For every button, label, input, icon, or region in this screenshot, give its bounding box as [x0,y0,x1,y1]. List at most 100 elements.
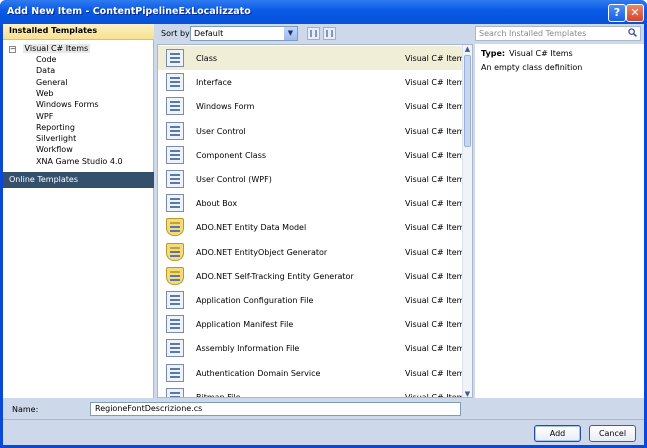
tree-item[interactable]: Workflow [36,145,73,156]
template-item[interactable]: Authentication Domain Service Visual C# I… [158,361,469,385]
template-item[interactable]: Windows Form Visual C# Items [158,94,469,118]
templates-tree-panel: Installed Templates − Visual C# Items Co… [3,24,154,398]
tree-item[interactable]: Data [36,66,55,77]
online-templates-tab[interactable]: Online Templates [3,172,154,188]
template-item[interactable]: ADO.NET EntityObject Generator Visual C# … [158,240,469,264]
collapse-icon[interactable]: − [9,46,16,53]
template-category: Visual C# Items [405,223,469,233]
view-icon [310,30,317,37]
interface-template-icon [166,73,184,92]
template-category: Visual C# Items [405,320,469,330]
template-category: Visual C# Items [405,368,469,378]
title-bar[interactable]: Add New Item - ContentPipelineExLocalizz… [0,0,647,26]
template-category: Visual C# Items [405,199,469,209]
template-item[interactable]: ADO.NET Entity Data Model Visual C# Items [158,215,469,239]
template-name: About Box [196,199,238,209]
tree-item[interactable]: Code [36,55,56,66]
template-item[interactable]: ADO.NET Self-Tracking Entity Generator Vi… [158,264,469,288]
template-category: Visual C# Items [405,102,469,112]
search-icon[interactable] [628,28,637,37]
template-type: Type: Visual C# Items [481,49,573,58]
name-input[interactable]: RegioneFontDescrizione.cs [90,402,461,416]
template-category: Visual C# Items [405,247,469,257]
tree-item[interactable]: Silverlight [36,134,76,145]
template-item[interactable]: Interface Visual C# Items [158,70,469,94]
template-category: Visual C# Items [405,344,469,354]
template-item[interactable]: Application Manifest File Visual C# Items [158,312,469,336]
template-name: Class [196,54,218,63]
window-title: Add New Item - ContentPipelineExLocalizz… [7,6,251,17]
assembly-template-icon [166,339,184,358]
template-item[interactable]: Component Class Visual C# Items [158,143,469,167]
auth-template-icon [166,363,184,382]
shield-template-icon [166,218,184,237]
search-placeholder: Search Installed Templates [479,29,587,38]
template-category: Visual C# Items [405,271,469,281]
template-name: Bitmap File [196,392,241,398]
item-templates-list: Class Visual C# Items Interface Visual C# I… [157,44,473,398]
template-category: Visual C# Items [405,78,469,88]
list-view-button[interactable] [323,27,336,40]
sort-by-select[interactable]: Default ▼ [190,26,298,41]
template-item[interactable]: User Control (WPF) Visual C# Items [158,167,469,191]
template-name: Interface [196,78,232,88]
add-button[interactable]: Add [534,425,581,442]
template-item[interactable]: User Control Visual C# Items [158,119,469,143]
sort-by-label: Sort by: [161,29,192,38]
template-name: Windows Form [196,102,255,112]
template-category: Visual C# Items [405,126,469,136]
template-name: Component Class [196,150,267,160]
add-new-item-dialog: Add New Item - ContentPipelineExLocalizz… [0,0,647,448]
template-name: ADO.NET Self-Tracking Entity Generator [196,271,354,281]
tree-item[interactable]: General [36,78,68,89]
scroll-up-icon[interactable]: ▲ [463,45,472,54]
template-item[interactable]: Assembly Information File Visual C# Items [158,336,469,360]
scroll-down-icon[interactable]: ▼ [463,390,472,397]
tree-root-visual-csharp[interactable]: − Visual C# Items [9,44,91,55]
config-template-icon [166,291,184,309]
installed-templates-header[interactable]: Installed Templates [3,24,154,40]
template-item[interactable]: Application Configuration File Visual C# … [158,288,469,312]
template-name: User Control (WPF) [196,175,272,184]
chevron-down-icon[interactable]: ▼ [284,27,297,40]
items-scrollbar[interactable]: ▲ ▼ [462,45,472,397]
template-name: Application Manifest File [196,320,294,330]
tree-item[interactable]: Windows Forms [36,100,99,111]
type-value: Visual C# Items [509,49,573,58]
template-category: Visual C# Items [405,54,469,63]
bitmap-template-icon [166,387,184,397]
manifest-template-icon [166,315,184,334]
medium-icons-view-button[interactable] [307,27,320,40]
class-template-icon [166,49,184,67]
dialog-buttons-bar: Add Cancel [3,419,644,445]
search-installed-templates-input[interactable]: Search Installed Templates [475,26,641,41]
help-button[interactable]: ? [608,4,626,22]
template-name: Application Configuration File [196,296,314,305]
template-name: ADO.NET Entity Data Model [196,223,307,233]
sort-by-value: Default [194,29,224,38]
dialog-body: Installed Templates − Visual C# Items Co… [3,24,644,445]
template-item[interactable]: Class Visual C# Items [158,46,469,70]
tree-item[interactable]: Reporting [36,123,75,134]
cancel-button[interactable]: Cancel [589,425,636,442]
template-item[interactable]: About Box Visual C# Items [158,191,469,215]
tree-root-label: Visual C# Items [22,44,91,53]
template-name: User Control [196,126,246,136]
template-category: Visual C# Items [405,150,469,160]
component-template-icon [166,145,184,164]
template-name: Assembly Information File [196,344,300,354]
template-category: Visual C# Items [405,175,469,184]
close-button[interactable]: ✕ [626,4,644,22]
scroll-thumb[interactable] [464,55,471,147]
template-category: Visual C# Items [405,392,469,398]
tree-item[interactable]: XNA Game Studio 4.0 [36,157,123,168]
tree-item[interactable]: WPF [36,112,53,123]
about-template-icon [166,194,184,213]
template-item[interactable]: Bitmap File Visual C# Items [158,385,469,398]
name-label: Name: [12,405,39,414]
template-category: Visual C# Items [405,296,469,305]
items-toolbar: Sort by: Default ▼ [157,24,472,44]
tree-item[interactable]: Web [36,89,53,100]
form-template-icon [166,97,184,116]
shield-template-icon [166,266,184,285]
